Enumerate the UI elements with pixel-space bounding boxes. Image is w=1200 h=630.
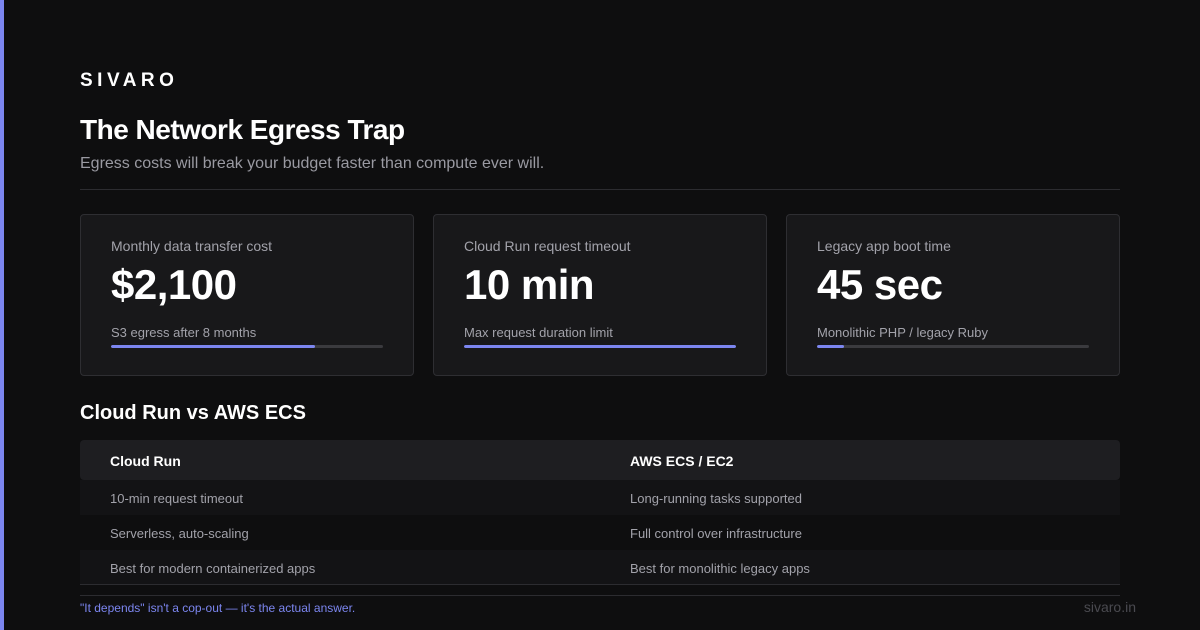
progress-track bbox=[817, 345, 1089, 348]
page-subtitle: Egress costs will break your budget fast… bbox=[80, 155, 545, 172]
stat-caption: Max request duration limit bbox=[464, 325, 613, 340]
table-row: Best for modern containerized apps bbox=[80, 550, 600, 585]
progress-fill bbox=[464, 345, 736, 348]
stat-value: 45 sec bbox=[817, 261, 943, 308]
column-header: AWS ECS / EC2 bbox=[600, 440, 1120, 480]
table-row: Full control over infrastructure bbox=[600, 515, 1120, 550]
progress-fill bbox=[111, 345, 315, 348]
progress-track bbox=[111, 345, 383, 348]
stat-card-data-transfer: Monthly data transfer cost $2,100 S3 egr… bbox=[80, 214, 414, 376]
footer-url: sivaro.in bbox=[1083, 599, 1136, 615]
comparison-column-cloud-run: Cloud Run 10-min request timeout Serverl… bbox=[80, 440, 600, 585]
table-row: 10-min request timeout bbox=[80, 480, 600, 515]
table-row: Long-running tasks supported bbox=[600, 480, 1120, 515]
stat-card-request-timeout: Cloud Run request timeout 10 min Max req… bbox=[433, 214, 767, 376]
tagline: "It depends" isn't a cop-out — it's the … bbox=[80, 601, 356, 615]
header-divider bbox=[80, 189, 1120, 190]
stat-label: Cloud Run request timeout bbox=[464, 238, 631, 254]
progress-track bbox=[464, 345, 736, 348]
stat-label: Monthly data transfer cost bbox=[111, 238, 273, 254]
table-bottom-divider bbox=[80, 584, 1120, 585]
comparison-table: Cloud Run 10-min request timeout Serverl… bbox=[80, 440, 1120, 585]
stat-caption: Monolithic PHP / legacy Ruby bbox=[817, 325, 989, 340]
column-header: Cloud Run bbox=[80, 440, 600, 480]
stat-value: 10 min bbox=[464, 261, 595, 308]
stat-cards: Monthly data transfer cost $2,100 S3 egr… bbox=[80, 214, 1120, 376]
table-row: Serverless, auto-scaling bbox=[80, 515, 600, 550]
stat-label: Legacy app boot time bbox=[817, 238, 951, 254]
accent-bar bbox=[0, 0, 4, 630]
comparison-column-aws-ecs: AWS ECS / EC2 Long-running tasks support… bbox=[600, 440, 1120, 585]
progress-fill bbox=[817, 345, 845, 348]
brand-logo: SIVARO bbox=[80, 70, 179, 91]
comparison-title: Cloud Run vs AWS ECS bbox=[80, 402, 306, 424]
table-row: Best for monolithic legacy apps bbox=[600, 550, 1120, 585]
stat-card-boot-time: Legacy app boot time 45 sec Monolithic P… bbox=[786, 214, 1120, 376]
stat-caption: S3 egress after 8 months bbox=[111, 325, 257, 340]
footer-divider bbox=[80, 595, 1120, 596]
page-title: The Network Egress Trap bbox=[80, 114, 405, 145]
stat-value: $2,100 bbox=[111, 261, 237, 308]
